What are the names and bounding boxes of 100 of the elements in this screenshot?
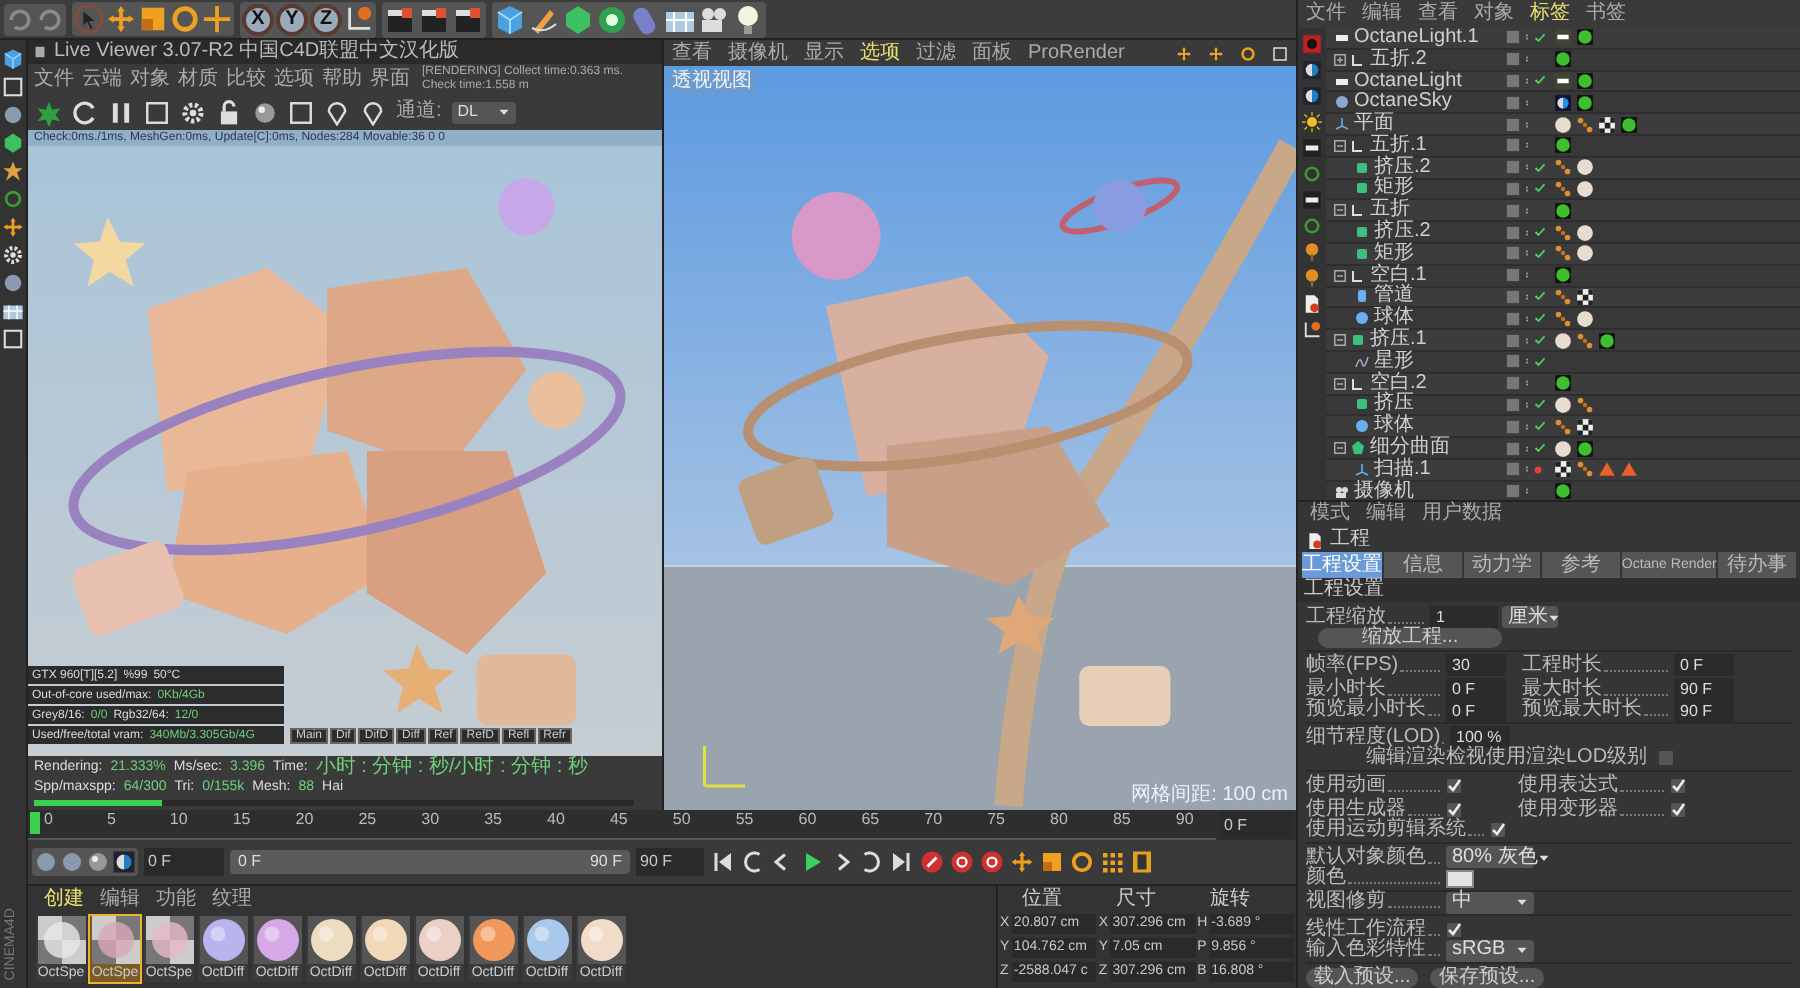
expand-icon[interactable] — [1334, 53, 1346, 66]
move-icon[interactable] — [1176, 45, 1192, 61]
object-name[interactable]: OctaneLight.1 — [1354, 28, 1479, 48]
object-name[interactable]: 挤压.1 — [1370, 330, 1427, 351]
phong-tag-icon[interactable] — [1576, 331, 1594, 350]
preset-button[interactable]: 保存预设... — [1430, 967, 1544, 988]
current-frame-field[interactable]: 0 F — [1220, 812, 1292, 838]
octane-tag-icon[interactable] — [1576, 93, 1594, 112]
checkbox[interactable] — [1446, 777, 1462, 794]
checkbox[interactable] — [1446, 921, 1462, 938]
checker-tag-icon[interactable] — [1576, 417, 1594, 436]
enabled-check-icon[interactable] — [1534, 398, 1546, 411]
start-frame-field[interactable]: 0 F — [144, 848, 224, 876]
object-name[interactable]: 空白.2 — [1370, 373, 1427, 394]
octane-tag-icon[interactable] — [1554, 266, 1572, 285]
collapse-icon[interactable] — [1334, 269, 1346, 282]
plus-icon[interactable] — [202, 4, 232, 34]
tab[interactable]: 待办事 — [1718, 552, 1796, 579]
clapper-icon[interactable] — [452, 3, 484, 35]
menu-tab[interactable]: 纹理 — [212, 889, 252, 909]
enabled-check-icon[interactable] — [1534, 226, 1546, 239]
menu-item[interactable]: 摄像机 — [728, 43, 788, 63]
menu-item[interactable]: 查看 — [672, 43, 712, 63]
tree-icon[interactable] — [1302, 268, 1322, 288]
next-key-icon[interactable] — [860, 850, 884, 874]
document-icon[interactable] — [1302, 294, 1322, 314]
sphere-icon[interactable] — [2, 104, 24, 126]
camera-icon[interactable] — [698, 3, 730, 35]
checkbox[interactable] — [1670, 801, 1686, 818]
dropdown[interactable]: sRGB — [1446, 939, 1534, 962]
grid-icon[interactable] — [1100, 850, 1124, 874]
record-icon[interactable] — [920, 850, 944, 874]
number-field[interactable]: 90 F — [1674, 699, 1734, 722]
object-name[interactable]: 五折.1 — [1370, 135, 1427, 156]
light-icon[interactable] — [1302, 190, 1322, 210]
octane-tag-icon[interactable] — [1554, 50, 1572, 69]
preset-button[interactable]: 载入预设... — [1306, 967, 1419, 988]
material-ball-icon[interactable] — [252, 99, 278, 125]
gem-icon[interactable] — [2, 132, 24, 154]
gear-icon[interactable] — [2, 244, 24, 266]
checkbox[interactable] — [1657, 750, 1674, 767]
menu-tab[interactable]: 编辑 — [100, 889, 140, 909]
object-name[interactable]: 摄像机 — [1354, 481, 1414, 500]
light-tag-icon[interactable] — [1554, 71, 1572, 90]
menu-item[interactable]: 选项 — [274, 69, 314, 89]
menu-item[interactable]: 选项 — [860, 43, 900, 63]
enabled-check-icon[interactable] — [1534, 31, 1546, 44]
axes-icon[interactable] — [1302, 320, 1322, 340]
restart-icon[interactable] — [72, 99, 98, 125]
axis-lock-button[interactable]: Z — [310, 3, 342, 35]
number-field[interactable]: 1 — [1430, 606, 1498, 629]
enabled-check-icon[interactable] — [1534, 182, 1546, 195]
menu-item[interactable]: 查看 — [1418, 4, 1458, 24]
cube-icon[interactable] — [494, 3, 526, 35]
object-name[interactable]: 挤压.2 — [1374, 222, 1431, 243]
play-icon[interactable] — [800, 850, 824, 874]
collapse-icon[interactable] — [1334, 204, 1346, 217]
phong-tag-icon[interactable] — [1576, 460, 1594, 479]
checkbox[interactable] — [1670, 777, 1686, 794]
object-name[interactable]: 五折 — [1370, 200, 1410, 221]
clapper-icon[interactable] — [384, 3, 416, 35]
frame-icon[interactable] — [288, 99, 314, 125]
move-icon[interactable] — [1208, 45, 1224, 61]
object-name[interactable]: 球体 — [1374, 416, 1414, 437]
rotate-icon[interactable] — [1070, 850, 1094, 874]
menu-tab[interactable]: 功能 — [156, 889, 196, 909]
maximize-icon[interactable] — [1272, 45, 1288, 61]
checker-tag-icon[interactable] — [1554, 460, 1572, 479]
menu-item[interactable]: 标签 — [1530, 4, 1570, 24]
phong-tag-icon[interactable] — [1554, 223, 1572, 242]
enabled-check-icon[interactable] — [1534, 420, 1546, 433]
octane-tag-icon[interactable] — [1620, 115, 1638, 134]
collapse-icon[interactable] — [1334, 334, 1346, 347]
enabled-check-icon[interactable] — [1534, 74, 1546, 87]
menu-item[interactable]: 比较 — [226, 69, 266, 89]
axis-lock-button[interactable]: X — [242, 3, 274, 35]
dropdown[interactable]: 中 — [1446, 891, 1534, 914]
menu-item[interactable]: 显示 — [804, 43, 844, 63]
move-icon[interactable] — [2, 216, 24, 238]
octane-tag-icon[interactable] — [1598, 331, 1616, 350]
object-name[interactable]: OctaneSky — [1354, 92, 1452, 113]
object-name[interactable]: 空白.1 — [1370, 265, 1427, 286]
menu-item[interactable]: 文件 — [1306, 4, 1346, 24]
menu-item[interactable]: 云端 — [82, 69, 122, 89]
enabled-check-icon[interactable] — [1534, 442, 1546, 455]
enabled-check-icon[interactable] — [1534, 161, 1546, 174]
light-tag-icon[interactable] — [1554, 28, 1572, 47]
end-frame-field[interactable]: 90 F — [636, 848, 704, 876]
menu-item[interactable]: 过滤 — [916, 43, 956, 63]
object-name[interactable]: 星形 — [1374, 351, 1414, 372]
octane-tag-icon[interactable] — [1554, 482, 1572, 500]
collapse-icon[interactable] — [1334, 139, 1346, 152]
phong-tag-icon[interactable] — [1554, 179, 1572, 198]
phong-tag-icon[interactable] — [1554, 244, 1572, 263]
object-name[interactable]: 矩形 — [1374, 243, 1414, 264]
clapper-icon[interactable] — [418, 3, 450, 35]
octane-tag-icon[interactable] — [1554, 201, 1572, 220]
menu-tab[interactable]: 创建 — [44, 889, 84, 909]
octane-tag-icon[interactable] — [1576, 439, 1594, 458]
object-name[interactable]: 挤压.2 — [1374, 157, 1431, 178]
